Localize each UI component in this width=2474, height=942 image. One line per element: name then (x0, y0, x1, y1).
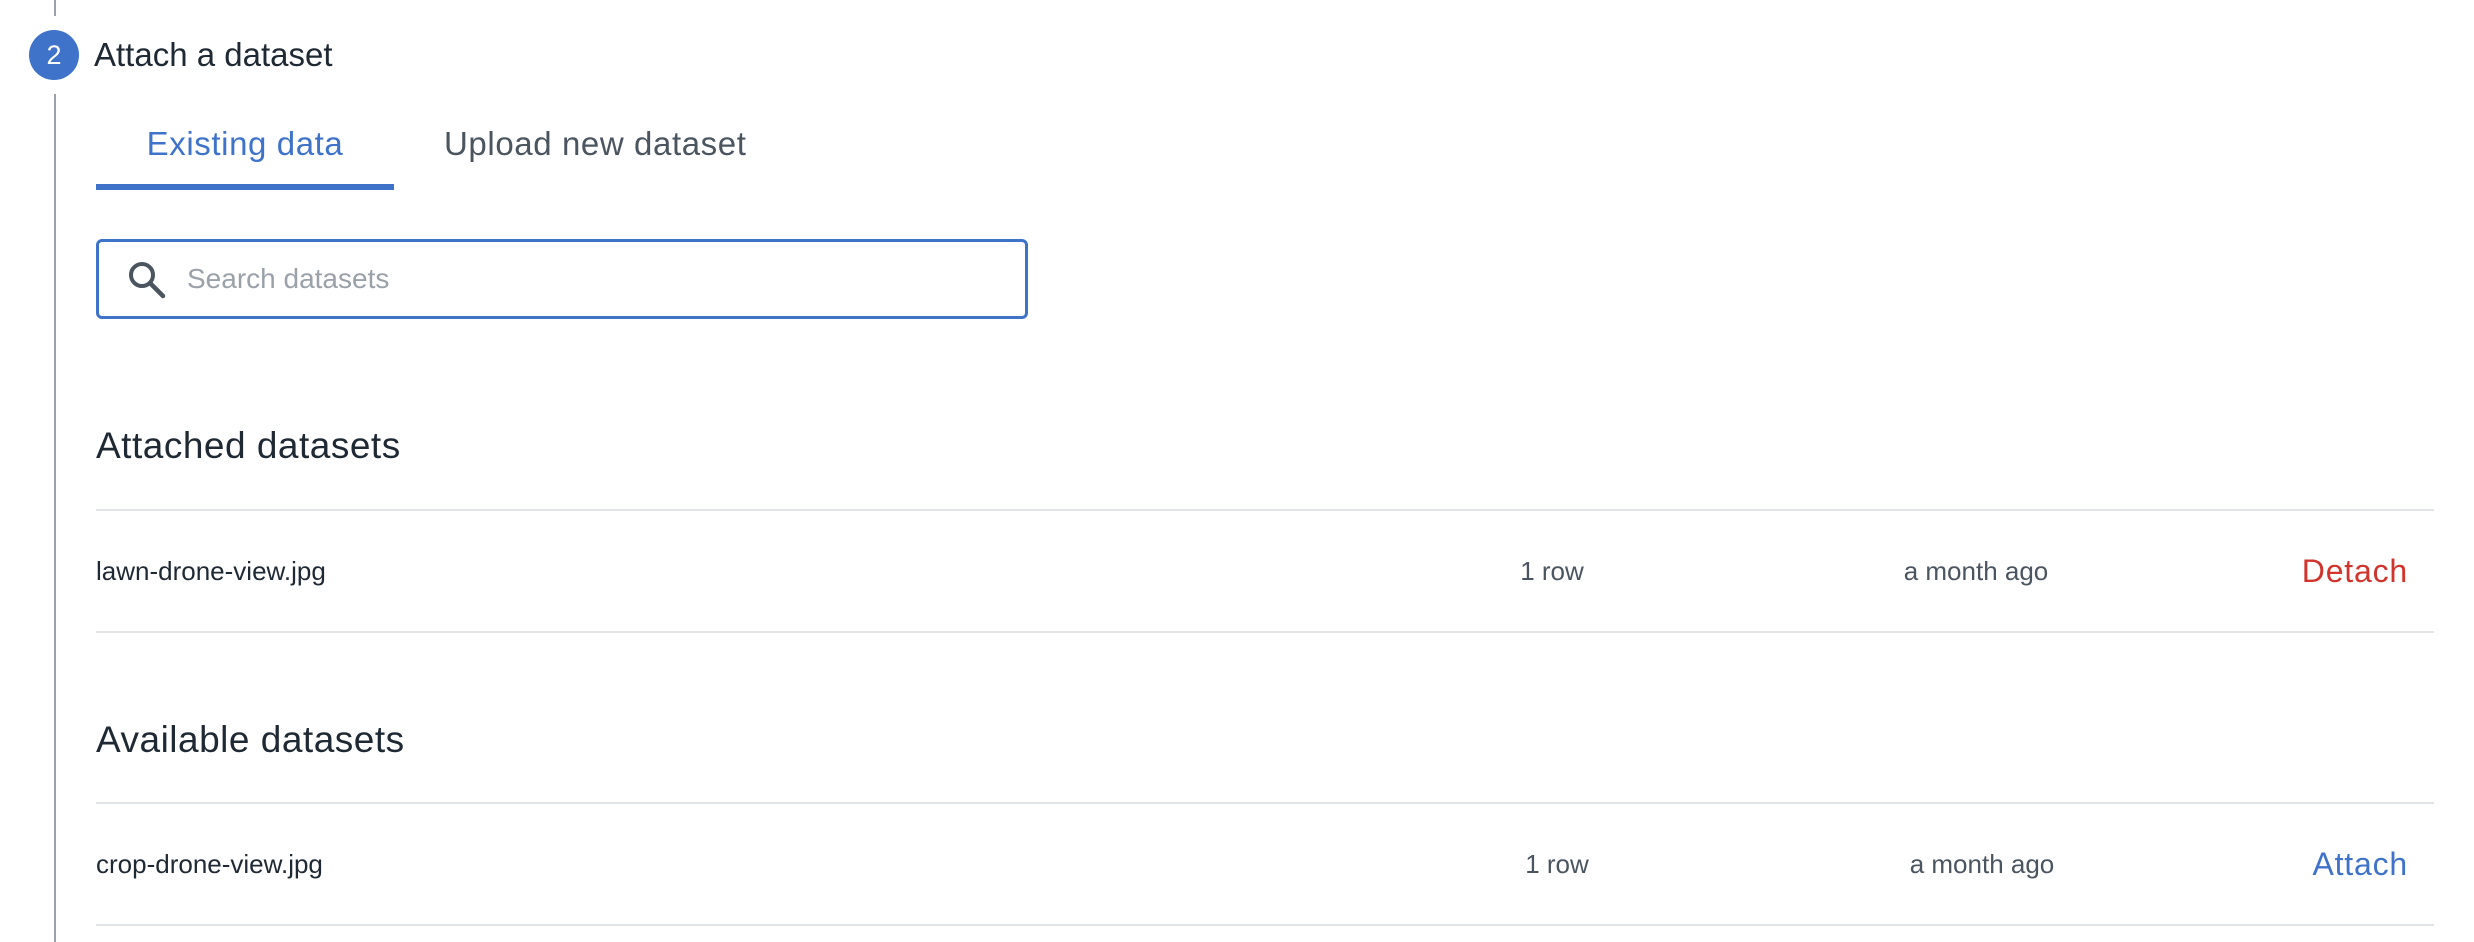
step-connector-line-top (54, 0, 56, 16)
dataset-updated-time: a month ago (1909, 849, 2055, 879)
dataset-row-count: 1 row (1525, 849, 1589, 879)
step-number-badge: 2 (29, 30, 79, 80)
available-datasets-heading: Available datasets (96, 719, 405, 760)
dataset-name: crop-drone-view.jpg (96, 849, 323, 879)
available-dataset-row: crop-drone-view.jpg 1 row a month ago At… (96, 804, 2434, 924)
dataset-row-count: 1 row (1520, 556, 1584, 586)
attached-dataset-row: lawn-drone-view.jpg 1 row a month ago De… (96, 511, 2434, 631)
detach-button[interactable]: Detach (2302, 511, 2408, 631)
search-field[interactable] (96, 239, 1028, 319)
divider (96, 631, 2434, 633)
divider (96, 924, 2434, 926)
attach-dataset-step: 2 Attach a dataset Existing data Upload … (0, 0, 2474, 942)
attach-button[interactable]: Attach (2312, 804, 2408, 924)
search-input[interactable] (187, 252, 1007, 306)
dataset-updated-time: a month ago (1903, 556, 2049, 586)
attached-datasets-heading: Attached datasets (96, 425, 401, 466)
search-icon (127, 260, 167, 300)
step-title: Attach a dataset (94, 36, 333, 73)
step-connector-line (54, 94, 56, 942)
tab-existing-data[interactable]: Existing data (96, 118, 394, 190)
dataset-name: lawn-drone-view.jpg (96, 556, 326, 586)
tab-upload-new-dataset[interactable]: Upload new dataset (444, 118, 764, 190)
